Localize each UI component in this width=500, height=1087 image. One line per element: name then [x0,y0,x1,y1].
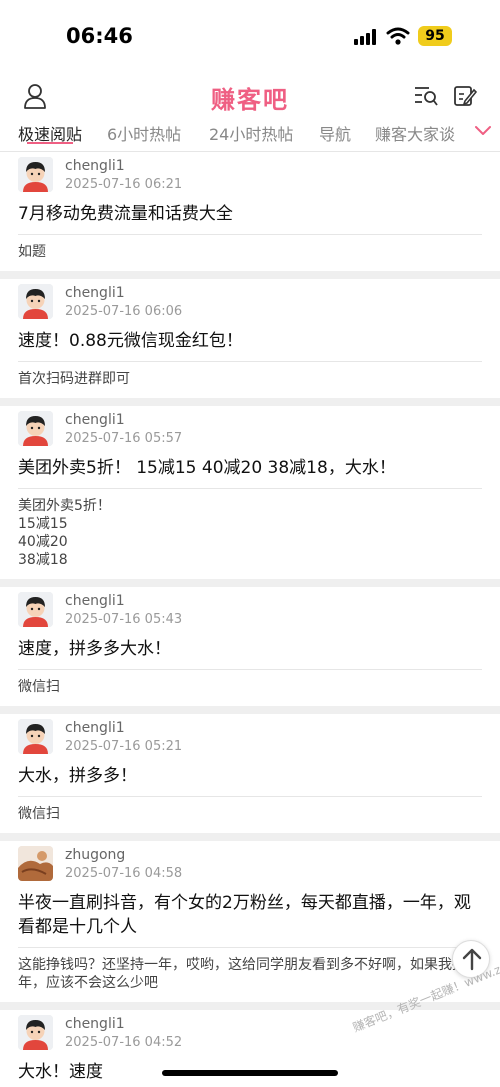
post-title[interactable]: 半夜一直刷抖音，有个女的2万粉丝，每天都直播，一年，观看都是十几个人 [18,887,482,948]
author-name[interactable]: chengli1 [65,412,125,428]
tab-discussion[interactable]: 赚客大家谈 [375,121,455,145]
active-tab-indicator [27,142,73,144]
post-date: 2025-07-16 06:21 [65,177,183,192]
category-tabs: 极速阅贴 6小时热帖 24小时热帖 导航 赚客大家谈 [0,120,500,152]
post-summary: 如题 [18,244,46,260]
avatar[interactable] [18,719,53,754]
post-summary: 首次扫码进群即可 [18,371,130,387]
author-name[interactable]: chengli1 [65,285,125,301]
status-bar: 06:46 95 [0,0,500,74]
post-date: 2025-07-16 05:43 [65,612,183,627]
post-summary: 微信扫 [18,679,60,695]
post-title[interactable]: 速度！0.88元微信现金红包！ [18,325,482,362]
list-item[interactable]: chengli1 2025-07-16 05:21 大水，拼多多！ 微信扫 [0,714,500,833]
avatar[interactable] [18,846,53,881]
signal-icon [354,29,378,45]
list-item[interactable]: chengli1 2025-07-16 05:43 速度，拼多多大水！ 微信扫 [0,587,500,706]
post-summary: 美团外卖5折！ 15减15 40减20 38减18 [18,498,111,568]
avatar[interactable] [18,411,53,446]
tab-24h-hot[interactable]: 24小时热帖 [209,121,293,145]
tab-navigation[interactable]: 导航 [319,121,351,145]
post-feed: chengli1 2025-07-16 06:21 7月移动免费流量和话费大全 … [0,152,500,1087]
avatar[interactable] [18,157,53,192]
avatar[interactable] [18,1015,53,1050]
status-time: 06:46 [66,24,133,48]
tab-6h-hot[interactable]: 6小时热帖 [107,121,181,145]
post-date: 2025-07-16 04:52 [65,1035,183,1050]
chevron-down-icon[interactable] [474,124,492,138]
post-title[interactable]: 大水，拼多多！ [18,760,482,797]
search-list-icon[interactable] [413,84,439,108]
list-item[interactable]: zhugong 2025-07-16 04:58 半夜一直刷抖音，有个女的2万粉… [0,841,500,1002]
home-indicator[interactable] [162,1070,338,1076]
edit-icon[interactable] [453,84,477,108]
author-name[interactable]: zhugong [65,847,125,863]
post-summary: 微信扫 [18,806,60,822]
post-date: 2025-07-16 05:57 [65,431,183,446]
post-date: 2025-07-16 06:06 [65,304,183,319]
post-title[interactable]: 美团外卖5折！ 15减15 40减20 38减18，大水！ [18,452,482,489]
wifi-icon [386,27,410,45]
author-name[interactable]: chengli1 [65,158,125,174]
battery-indicator: 95 [418,26,452,46]
author-name[interactable]: chengli1 [65,1016,125,1032]
app-header: 赚客吧 [0,74,500,120]
avatar[interactable] [18,284,53,319]
list-item[interactable]: chengli1 2025-07-16 05:57 美团外卖5折！ 15减15 … [0,406,500,579]
post-date: 2025-07-16 04:58 [65,866,183,881]
list-item[interactable]: chengli1 2025-07-16 06:06 速度！0.88元微信现金红包… [0,279,500,398]
post-title[interactable]: 速度，拼多多大水！ [18,633,482,670]
author-name[interactable]: chengli1 [65,720,125,736]
post-title[interactable]: 7月移动免费流量和话费大全 [18,198,482,235]
avatar[interactable] [18,592,53,627]
post-date: 2025-07-16 05:21 [65,739,183,754]
list-item[interactable]: chengli1 2025-07-16 06:21 7月移动免费流量和话费大全 … [0,152,500,271]
author-name[interactable]: chengli1 [65,593,125,609]
